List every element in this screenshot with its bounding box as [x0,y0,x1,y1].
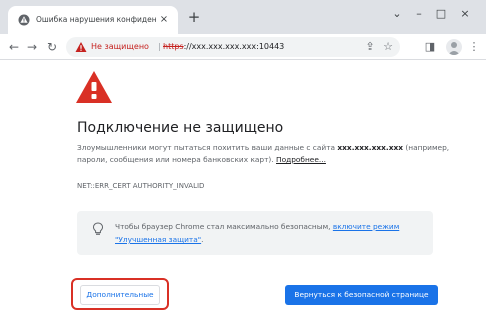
url-text[interactable]: https://xxx.xxx.xxx.xxx:10443 [163,40,284,54]
person-icon [448,42,460,55]
tab-search-chevron-icon[interactable]: ⌄ [390,7,404,21]
warning-triangle-icon[interactable] [75,41,87,53]
tab-strip: Ошибка нарушения конфиден × + ⌄ – □ × [0,0,486,34]
details-link[interactable]: Подробнее... [276,155,326,164]
share-icon[interactable]: ⇪ [362,39,378,55]
toolbar: ← → ↻ Не защищено | https://xxx.xxx.xxx.… [0,34,486,60]
minimize-icon[interactable]: – [412,7,426,21]
advanced-button[interactable]: Дополнительные [80,285,160,305]
lightbulb-icon [92,222,104,235]
url-scheme: https [163,42,184,51]
tab-close-icon[interactable]: × [158,14,170,26]
url-host: ://xxx.xxx.xxx.xxx:10443 [183,42,285,51]
new-tab-icon[interactable]: + [186,9,202,25]
reload-icon[interactable]: ↻ [44,39,60,55]
safe-browsing-prefix: Чтобы браузер Chrome стал максимально бе… [115,222,333,231]
large-warning-icon [76,71,112,103]
maximize-icon[interactable]: □ [434,7,448,21]
warning-globe-icon [18,14,30,26]
site-host: xxx.xxx.xxx.xxx [337,143,404,152]
explanation-prefix: Злоумышленники могут пытаться похитить в… [77,143,338,152]
enhanced-protection-text: Чтобы браузер Chrome стал максимально бе… [115,220,425,246]
close-window-icon[interactable]: × [458,7,472,21]
back-icon[interactable]: ← [6,39,22,55]
not-secure-label[interactable]: Не защищено [91,40,149,54]
forward-icon[interactable]: → [24,39,40,55]
page-heading: Подключение не защищено [77,120,284,136]
profile-avatar-icon[interactable] [446,39,462,55]
menu-icon[interactable]: ⋮ [466,39,482,55]
address-bar[interactable]: Не защищено | https://xxx.xxx.xxx.xxx:10… [66,37,400,57]
side-panel-icon[interactable]: ◨ [422,39,438,55]
error-code: NET::ERR_CERT AUTHORITY_INVALID [77,182,205,190]
tab-active[interactable]: Ошибка нарушения конфиден × [8,6,178,34]
url-separator: | [158,42,161,51]
back-to-safety-button[interactable]: Вернуться к безопасной странице [285,285,438,305]
bookmark-star-icon[interactable]: ☆ [380,39,396,55]
enhanced-protection-box: Чтобы браузер Chrome стал максимально бе… [77,211,433,255]
tab-title: Ошибка нарушения конфиден [36,15,156,24]
safe-browsing-suffix: . [201,235,204,244]
explanation-paragraph: Злоумышленники могут пытаться похитить в… [77,142,457,166]
